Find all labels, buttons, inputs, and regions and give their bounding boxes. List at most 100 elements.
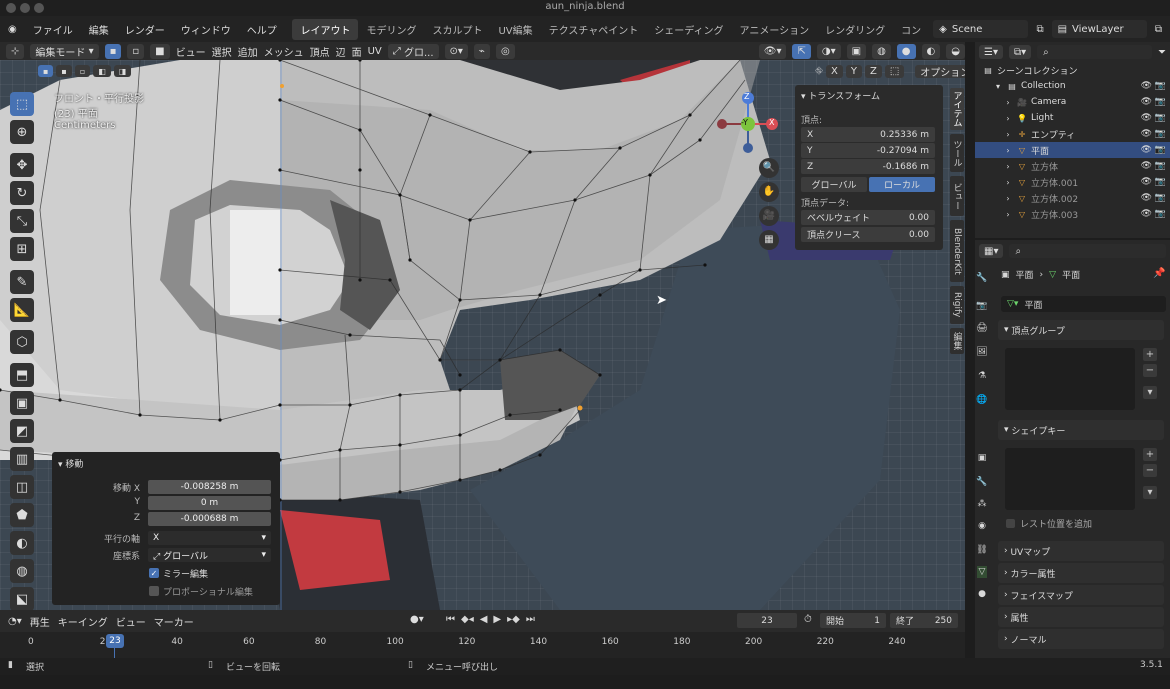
move-tool-icon[interactable]: ✥: [10, 153, 34, 177]
spin-tool-icon[interactable]: ◐: [10, 531, 34, 555]
navigation-gizmo[interactable]: Z -Y X: [712, 90, 784, 162]
color-attributes-section[interactable]: › カラー属性: [998, 563, 1164, 583]
mesh-vertex[interactable]: [278, 168, 282, 172]
expand-icon[interactable]: ›: [1003, 193, 1013, 203]
visibility-eye-icon[interactable]: 👁: [1141, 97, 1152, 107]
menu-edge[interactable]: 辺: [336, 44, 346, 59]
material-props-icon[interactable]: ●: [977, 588, 987, 600]
mirror-topology-icon[interactable]: ⬚: [884, 65, 905, 78]
mesh-vertex[interactable]: [458, 388, 462, 392]
mesh-vertex[interactable]: [348, 333, 352, 337]
visibility-eye-icon[interactable]: 👁: [1141, 161, 1152, 171]
mesh-name-field[interactable]: ▽▾ 平面: [1001, 296, 1166, 312]
tab-uv-editing[interactable]: UV編集: [490, 19, 540, 40]
mesh-vertex[interactable]: [458, 298, 462, 302]
rotate-tool-icon[interactable]: ↻: [10, 181, 34, 205]
transform-tool-icon[interactable]: ⊞: [10, 237, 34, 261]
outliner-item[interactable]: › 💡 Light 👁 📷: [975, 110, 1170, 126]
measure-tool-icon[interactable]: 📐: [10, 298, 34, 322]
mesh-vertex[interactable]: [278, 98, 282, 102]
shape-keys-section[interactable]: ▾ シェイプキー: [998, 420, 1164, 440]
viewlayer-selector[interactable]: ▤ ViewLayer: [1051, 20, 1147, 38]
cursor-tool-icon[interactable]: ⊕: [10, 120, 34, 144]
mesh-vertex[interactable]: [398, 490, 402, 494]
camera-view-icon[interactable]: 🎥: [759, 206, 779, 226]
mesh-vertex[interactable]: [278, 403, 282, 407]
local-button[interactable]: ローカル: [869, 177, 935, 192]
mesh-vertex[interactable]: [498, 358, 502, 362]
next-key-icon[interactable]: ▸◆: [507, 614, 520, 625]
menu-timeline-view[interactable]: ビュー: [116, 614, 146, 629]
annotate-tool-icon[interactable]: ✎: [10, 270, 34, 294]
extrude-tool-icon[interactable]: ⬒: [10, 363, 34, 387]
expand-icon[interactable]: ▾: [993, 81, 1003, 91]
render-visibility-icon[interactable]: 📷: [1155, 81, 1166, 91]
edge-select-icon[interactable]: ▫: [127, 43, 145, 59]
vertex-groups-section[interactable]: ▾ 頂点グループ: [998, 320, 1164, 340]
play-icon[interactable]: ▶: [493, 614, 501, 625]
render-props-icon[interactable]: 📷: [976, 300, 987, 312]
playhead[interactable]: 23: [106, 634, 124, 648]
pin-icon[interactable]: 📌: [1153, 268, 1165, 279]
render-visibility-icon[interactable]: 📷: [1155, 129, 1166, 139]
mesh-vertex[interactable]: [458, 478, 462, 482]
expand-icon[interactable]: ›: [1003, 145, 1013, 155]
mesh-vertex[interactable]: [573, 198, 577, 202]
knife-tool-icon[interactable]: ◫: [10, 475, 34, 499]
menu-marker[interactable]: マーカー: [154, 614, 194, 629]
mesh-vertex[interactable]: [468, 218, 472, 222]
properties-search-input[interactable]: ⌕: [1009, 244, 1166, 258]
mesh-vertex[interactable]: [358, 278, 362, 282]
menu-add[interactable]: 追加: [238, 44, 258, 59]
mesh-vertex[interactable]: [703, 263, 707, 267]
shading-wireframe-icon[interactable]: ◍: [872, 43, 891, 59]
polybuild-tool-icon[interactable]: ⬟: [10, 503, 34, 527]
end-frame-field[interactable]: 終了 250: [890, 613, 958, 628]
physics-props-icon[interactable]: ◉: [977, 520, 987, 532]
zoom-icon[interactable]: 🔍: [759, 158, 779, 178]
scale-tool-icon[interactable]: ⤡: [10, 209, 34, 233]
tool-props-icon[interactable]: 🔧: [976, 272, 987, 284]
mesh-vertex[interactable]: [558, 348, 562, 352]
select-extend-icon[interactable]: ▪: [56, 65, 72, 77]
select-intersect-icon[interactable]: ◨: [113, 65, 132, 77]
filter-icon[interactable]: ⏷: [1158, 47, 1166, 58]
menu-render[interactable]: レンダー: [117, 22, 173, 37]
visibility-eye-icon[interactable]: 👁: [1141, 145, 1152, 155]
render-visibility-icon[interactable]: 📷: [1155, 145, 1166, 155]
visibility-eye-icon[interactable]: 👁: [1141, 209, 1152, 219]
outliner-item[interactable]: › ✛ エンプティ 👁 📷: [975, 126, 1170, 142]
tab-texture-paint[interactable]: テクスチャペイント: [541, 19, 647, 40]
menu-view[interactable]: ビュー: [176, 44, 206, 59]
proportional-checkbox[interactable]: [149, 586, 159, 596]
mesh-vertex[interactable]: [528, 150, 532, 154]
tab-layout[interactable]: レイアウト: [292, 18, 359, 40]
jump-end-icon[interactable]: ⏭: [526, 614, 535, 625]
timeline-editor-icon[interactable]: ◔▾: [8, 616, 22, 627]
expand-icon[interactable]: ›: [1003, 113, 1013, 123]
remove-vertex-group-icon[interactable]: −: [1143, 364, 1157, 377]
view-layer-props-icon[interactable]: 🖼: [976, 346, 987, 358]
menu-keying[interactable]: キーイング: [58, 614, 108, 629]
mesh-vertex[interactable]: [638, 268, 642, 272]
mesh-vertex[interactable]: [598, 293, 602, 297]
menu-select[interactable]: 選択: [212, 44, 232, 59]
overlay-icon[interactable]: ◑▾: [816, 43, 841, 59]
inset-tool-icon[interactable]: ▣: [10, 391, 34, 415]
viewlayer-new-icon[interactable]: ⧉: [1147, 24, 1170, 35]
bevel-tool-icon[interactable]: ◩: [10, 419, 34, 443]
smooth-tool-icon[interactable]: ◍: [10, 559, 34, 583]
properties-editor-icon[interactable]: ▦▾: [979, 244, 1004, 258]
select-new-icon[interactable]: ▪: [38, 65, 54, 77]
particles-props-icon[interactable]: ⁂: [977, 498, 987, 510]
mode-selector[interactable]: 編集モード ▾: [30, 43, 99, 59]
mesh-vertex[interactable]: [348, 403, 352, 407]
face-select-icon[interactable]: ■: [150, 43, 170, 59]
mesh-vertex[interactable]: [278, 318, 282, 322]
mesh-vertex[interactable]: [598, 373, 602, 377]
mesh-vertex[interactable]: [278, 268, 282, 272]
mesh-vertex[interactable]: [698, 138, 702, 142]
expand-icon[interactable]: ›: [1003, 177, 1013, 187]
normals-section[interactable]: › ノーマル: [998, 629, 1164, 649]
menu-help[interactable]: ヘルプ: [239, 22, 285, 37]
